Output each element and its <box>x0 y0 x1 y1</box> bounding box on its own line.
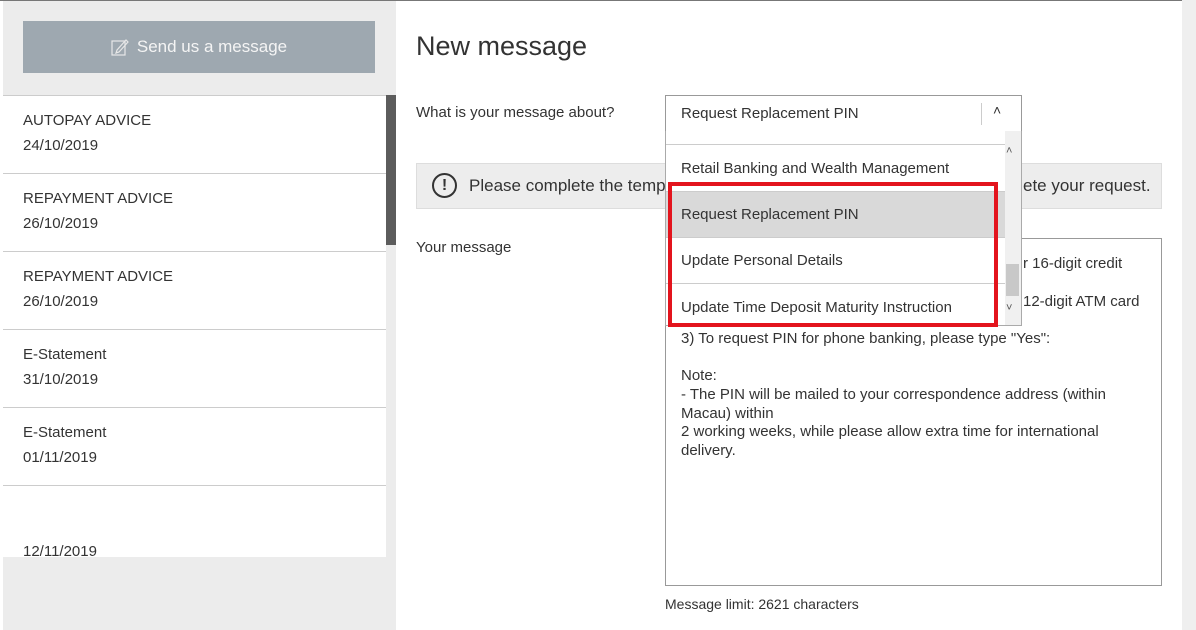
item-date: 26/10/2019 <box>23 215 99 232</box>
message-line: - The PIN will be mailed to your corresp… <box>681 386 1106 403</box>
item-date: 31/10/2019 <box>23 371 99 388</box>
item-date: 01/11/2019 <box>23 449 97 466</box>
scroll-up-icon[interactable]: ˄ <box>1006 145 1012 157</box>
message-line: delivery. <box>681 442 736 459</box>
scroll-down-icon[interactable]: ˅ <box>1006 302 1012 314</box>
dropdown-option[interactable]: Update Time Deposit Maturity Instruction <box>666 284 1006 325</box>
item-date: 24/10/2019 <box>23 137 99 154</box>
item-title: REPAYMENT ADVICE <box>23 190 174 207</box>
message-line: 2 working weeks, while please allow extr… <box>681 423 1099 440</box>
sidebar-scrollbar[interactable] <box>386 95 396 245</box>
list-item[interactable]: 12/11/2019 <box>3 487 386 560</box>
exclamation-circle-icon: ! <box>432 173 457 198</box>
edit-icon <box>111 39 129 56</box>
dropdown-option-hidden[interactable] <box>666 131 1006 145</box>
topic-label: What is your message about? <box>416 104 615 121</box>
message-label: Your message <box>416 239 512 256</box>
list-item[interactable]: E-Statement 31/10/2019 <box>3 330 386 408</box>
item-title <box>23 503 366 528</box>
list-item[interactable]: REPAYMENT ADVICE 26/10/2019 <box>3 252 386 330</box>
dropdown-option-selected[interactable]: Request Replacement PIN <box>666 192 1006 238</box>
item-title: REPAYMENT ADVICE <box>23 268 174 285</box>
message-line: 3) To request PIN for phone banking, ple… <box>681 330 1051 347</box>
message-line: Macau) within <box>681 405 774 422</box>
list-item[interactable]: REPAYMENT ADVICE 26/10/2019 <box>3 174 386 252</box>
item-title: E-Statement <box>23 424 107 441</box>
page-scrollbar[interactable] <box>1182 0 1196 630</box>
message-limit: Message limit: 2621 characters <box>665 596 859 612</box>
dropdown-option[interactable]: Retail Banking and Wealth Management <box>666 145 1006 192</box>
list-item[interactable]: E-Statement 01/11/2019 <box>3 408 386 486</box>
item-title: AUTOPAY ADVICE <box>23 112 152 129</box>
item-title: E-Statement <box>23 346 107 363</box>
list-item[interactable]: AUTOPAY ADVICE 24/10/2019 <box>3 96 386 174</box>
message-list: AUTOPAY ADVICE 24/10/2019 REPAYMENT ADVIC… <box>3 95 386 560</box>
page-title: New message <box>416 31 588 61</box>
dropdown-scrollbar-thumb[interactable] <box>1006 264 1019 296</box>
topic-select[interactable]: Request Replacement PIN <box>665 95 1022 132</box>
select-divider <box>981 103 982 125</box>
item-date: 12/11/2019 <box>23 543 97 560</box>
item-date: 26/10/2019 <box>23 293 99 310</box>
info-text-end: ete your request. <box>1023 176 1151 195</box>
message-line: 12-digit ATM card <box>1023 293 1140 310</box>
message-line: Note: <box>681 367 717 384</box>
info-text-start: Please complete the templ <box>469 176 670 195</box>
message-line: r 16-digit credit <box>1023 255 1123 272</box>
chevron-up-icon[interactable]: ˄ <box>993 102 1001 118</box>
send-message-label: Send us a message <box>136 37 288 56</box>
dropdown-option[interactable]: Update Personal Details <box>666 238 1006 284</box>
topic-dropdown-list: Retail Banking and Wealth Management Req… <box>665 131 1022 326</box>
send-message-button[interactable]: Send us a message <box>23 21 375 73</box>
